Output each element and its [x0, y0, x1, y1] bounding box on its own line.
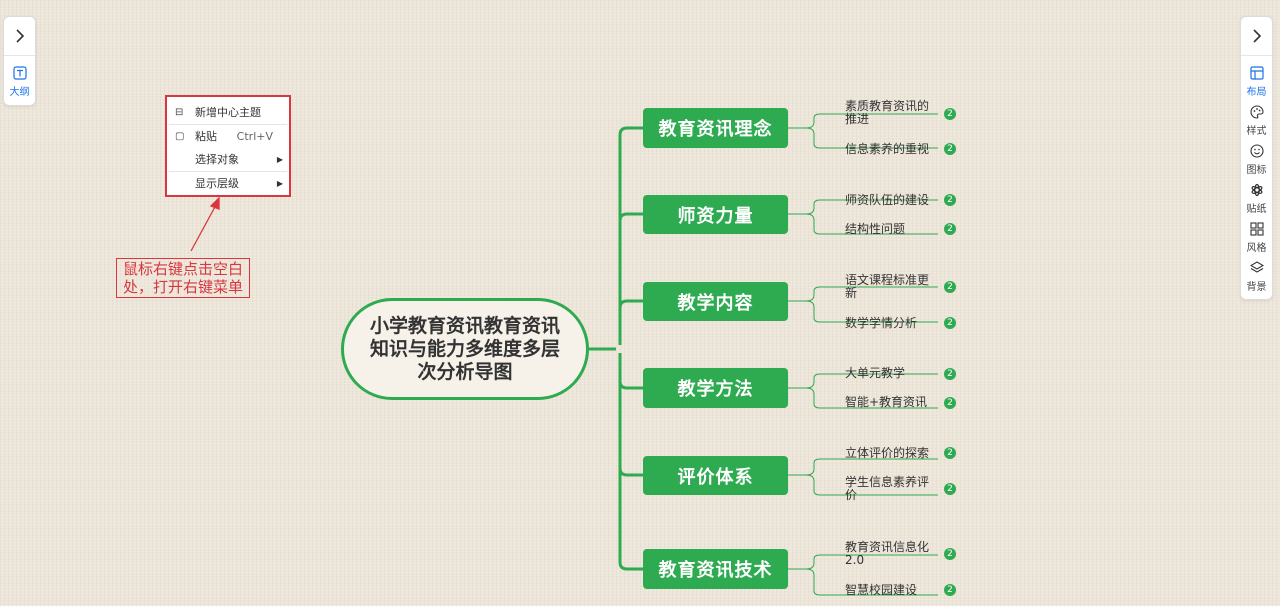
count-badge[interactable]: 2 [944, 317, 956, 329]
tool-layout[interactable]: 布局 [1241, 65, 1272, 98]
central-topic-text: 小学教育资讯教育资讯知识与能力多维度多层次分析导图 [369, 314, 560, 383]
tool-label: 风格 [1246, 243, 1267, 254]
leaf-topic[interactable]: 大单元教学 [845, 367, 939, 380]
count-badge[interactable]: 2 [944, 548, 956, 560]
outline-label: 大纲 [9, 87, 30, 98]
count-badge[interactable]: 2 [944, 143, 956, 155]
tool-label: 样式 [1246, 126, 1267, 137]
branch-title: 教学内容 [677, 292, 754, 314]
branch-title: 教学方法 [677, 379, 754, 400]
add-topic-icon: ⊟ [175, 106, 184, 118]
leaf-topic[interactable]: 教育资讯信息化2.0 [845, 541, 939, 567]
branch-node[interactable]: 师资力量 [643, 195, 788, 234]
branch-connector-1 [618, 126, 643, 345]
tool-label: 图标 [1246, 165, 1267, 176]
menu-item-show-level[interactable]: 显示层级 ▶ [167, 172, 289, 194]
submenu-arrow-icon: ▶ [276, 154, 283, 164]
layers-icon [1249, 260, 1265, 276]
menu-item-label: 显示层级 [195, 177, 239, 190]
leaf-topic[interactable]: 智能+教育资讯 [845, 396, 939, 409]
leaf-topic[interactable]: 学生信息素养评价 [845, 476, 939, 502]
chevron-right-icon[interactable] [4, 17, 35, 56]
mindmap-connectors [190, 113, 938, 596]
leaf-topic[interactable]: 师资队伍的建设 [845, 194, 939, 207]
branch-connector-5 [618, 353, 643, 477]
layout-icon [1249, 65, 1265, 81]
leaf-topic[interactable]: 语文课程标准更新 [845, 274, 939, 300]
branch-node[interactable]: 教学内容 [643, 282, 788, 321]
leaf-topic[interactable]: 智慧校园建设 [845, 584, 939, 597]
menu-item-label: 新增中心主题 [195, 106, 261, 119]
branch-node[interactable]: 教育资讯技术 [643, 549, 788, 589]
menu-item-paste[interactable]: ▢ 粘贴 Ctrl+V [167, 125, 289, 147]
leaf-topic[interactable]: 立体评价的探索 [845, 447, 939, 460]
count-badge[interactable]: 2 [944, 483, 956, 495]
count-badge[interactable]: 2 [944, 223, 956, 235]
tool-label: 背景 [1246, 282, 1267, 293]
branch-connector-2 [618, 212, 643, 345]
branch-connector-4 [618, 353, 643, 390]
right-panel: 布局 样式 图标 贴纸 风格 背景 [1240, 16, 1273, 300]
annotation-line-1: 鼠标右键点击空白 [122, 260, 243, 278]
leaf-topic[interactable]: 数学学情分析 [845, 317, 939, 330]
branch-connector-3 [618, 299, 643, 345]
chevron-right-icon[interactable] [1241, 17, 1272, 56]
tool-label: 布局 [1246, 87, 1267, 98]
tool-style[interactable]: 样式 [1241, 104, 1272, 137]
branch-node[interactable]: 教育资讯理念 [643, 108, 788, 148]
tool-background[interactable]: 背景 [1241, 260, 1272, 293]
grid-icon [1249, 221, 1265, 237]
submenu-arrow-icon: ▶ [276, 178, 283, 188]
branch-title: 教育资讯理念 [658, 119, 773, 140]
menu-item-label: 粘贴 [195, 130, 217, 143]
palette-icon [1249, 104, 1265, 120]
tool-sticker[interactable]: 贴纸 [1241, 182, 1272, 215]
tool-icon[interactable]: 图标 [1241, 143, 1272, 176]
branch-node[interactable]: 评价体系 [643, 456, 788, 495]
count-badge[interactable]: 2 [944, 584, 956, 596]
annotation-arrow-head [209, 196, 220, 210]
leaf-topic[interactable]: 素质教育资讯的推进 [845, 100, 939, 126]
tool-theme[interactable]: 风格 [1241, 221, 1272, 254]
outline-tool[interactable]: 大纲 [4, 65, 35, 98]
leaf-connector [788, 458, 938, 476]
branch-title: 师资力量 [677, 205, 754, 227]
menu-item-select-objects[interactable]: 选择对象 ▶ [167, 148, 289, 170]
menu-item-label: 选择对象 [195, 153, 239, 166]
left-panel: 大纲 [3, 16, 36, 106]
leaf-topic[interactable]: 结构性问题 [845, 223, 939, 236]
menu-item-shortcut: Ctrl+V [236, 129, 273, 143]
context-menu: ⊟ 新增中心主题 ▢ 粘贴 Ctrl+V 选择对象 ▶ 显示层级 ▶ [165, 95, 291, 197]
annotation-arrow-line [190, 204, 217, 252]
paste-icon: ▢ [175, 130, 185, 142]
branch-connector-6 [618, 353, 643, 571]
branch-title: 评价体系 [677, 466, 754, 488]
tool-label: 贴纸 [1246, 204, 1267, 215]
count-badge[interactable]: 2 [944, 447, 956, 459]
count-badge[interactable]: 2 [944, 194, 956, 206]
menu-item-add-central-topic[interactable]: ⊟ 新增中心主题 [167, 101, 289, 123]
branch-title: 教育资讯技术 [658, 560, 773, 581]
smiley-icon [1249, 143, 1265, 159]
leaf-topic[interactable]: 信息素养的重视 [845, 143, 939, 156]
count-badge[interactable]: 2 [944, 397, 956, 409]
central-topic[interactable]: 小学教育资讯教育资讯知识与能力多维度多层次分析导图 [341, 298, 589, 400]
count-badge[interactable]: 2 [944, 368, 956, 380]
branch-node[interactable]: 教学方法 [643, 368, 788, 408]
annotation-line-2: 处，打开右键菜单 [122, 278, 243, 296]
count-badge[interactable]: 2 [944, 108, 956, 120]
count-badge[interactable]: 2 [944, 281, 956, 293]
outline-icon [12, 65, 28, 81]
sticker-icon [1249, 182, 1265, 198]
annotation-box: 鼠标右键点击空白 处，打开右键菜单 [116, 258, 250, 298]
